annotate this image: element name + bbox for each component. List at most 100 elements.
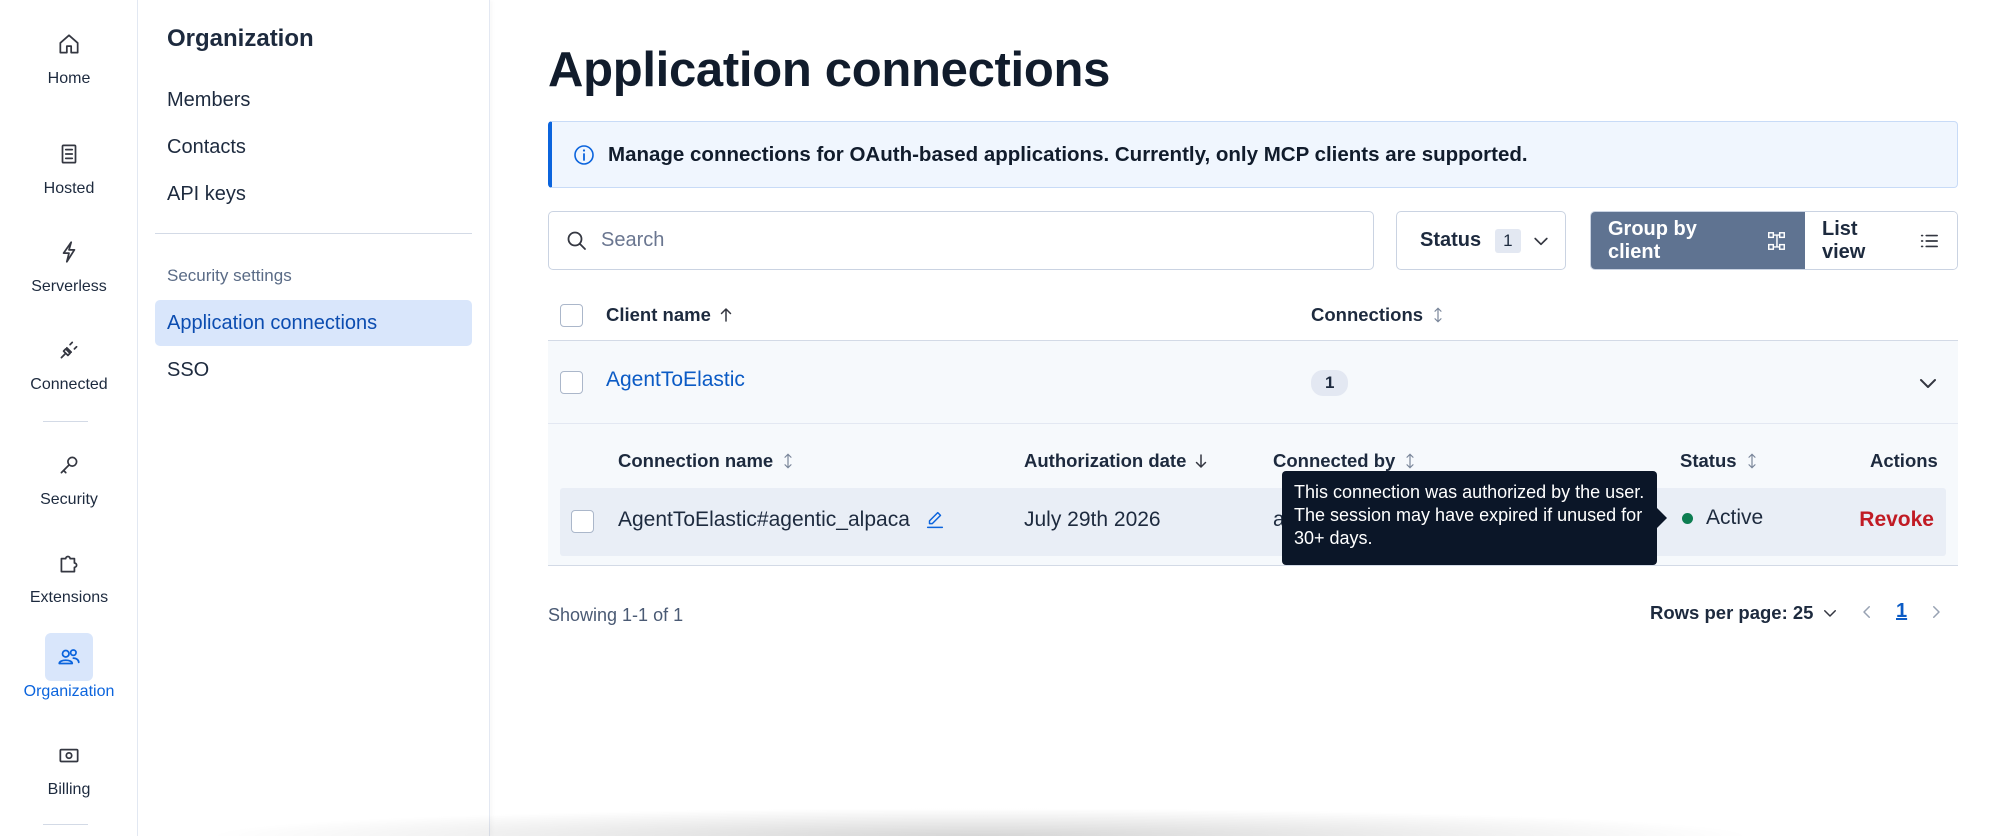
puzzle-icon (45, 539, 93, 587)
status-dot (1682, 512, 1693, 524)
column-connected-by[interactable]: Connected by (1273, 450, 1419, 472)
revoke-button[interactable]: Revoke (1859, 508, 1934, 532)
status-badge: Active (1706, 506, 1764, 529)
rail-label: Extensions (29, 589, 109, 606)
rail-label: Connected (30, 376, 108, 393)
server-icon (45, 130, 93, 178)
column-client-name-label: Client name (606, 304, 711, 325)
rail-item-home[interactable]: Home (0, 20, 138, 88)
column-connected-by-label: Connected by (1273, 450, 1396, 471)
column-authorization-date-label: Authorization date (1024, 450, 1187, 471)
column-actions-label: Actions (1870, 450, 1938, 471)
subnav-item-api-keys[interactable]: API keys (155, 171, 472, 217)
view-toggle: Group by client List view (1590, 211, 1958, 270)
list-view-label: List view (1822, 217, 1866, 263)
pencil-icon[interactable] (924, 509, 946, 531)
connections-subtable: Connection name Authorization date Conne… (548, 424, 1958, 566)
subnav-item-sso[interactable]: SSO (155, 347, 472, 393)
info-callout: Manage connections for OAuth-based appli… (548, 121, 1958, 188)
rail-item-serverless[interactable]: Serverless (0, 228, 138, 296)
rail-divider (43, 824, 88, 825)
window-bottom-shadow (200, 808, 1760, 836)
rows-per-page-button[interactable]: Rows per page: 25 (1650, 602, 1839, 624)
subnav-item-members[interactable]: Members (155, 77, 472, 123)
rail-item-security[interactable]: Security (0, 441, 138, 509)
status-filter-label: Status (1420, 229, 1482, 251)
rail-divider (43, 421, 88, 422)
list-view-button[interactable]: List view (1805, 212, 1957, 269)
subnav-title: Organization (167, 25, 314, 52)
column-client-name[interactable]: Client name (606, 304, 735, 326)
authorization-date-cell: July 29th 2026 (1024, 508, 1161, 531)
row-checkbox[interactable] (560, 371, 583, 394)
bolt-icon (45, 228, 93, 276)
rail-label: Security (40, 491, 98, 508)
key-icon (45, 441, 93, 489)
column-status[interactable]: Status (1680, 450, 1761, 472)
column-actions: Actions (1870, 450, 1938, 472)
search-input[interactable] (601, 229, 1341, 252)
sort-icon (1434, 307, 1442, 323)
client-name-link[interactable]: AgentToElastic (606, 368, 745, 392)
status-cell: Active (1682, 506, 1763, 530)
connection-name-cell: AgentToElastic#agentic_alpaca (618, 508, 946, 532)
chevron-right-icon[interactable] (1927, 603, 1945, 621)
rail-label: Organization (23, 683, 115, 700)
rail-label: Serverless (31, 278, 107, 295)
rail-item-extensions[interactable]: Extensions (0, 539, 138, 607)
list-icon (1920, 234, 1939, 247)
column-connections-label: Connections (1311, 304, 1424, 325)
icon-rail: Home Hosted Serverless Connected Securit… (0, 0, 138, 836)
row-checkbox[interactable] (571, 510, 594, 533)
group-by-client-label: Group by client (1608, 217, 1697, 263)
pagination: 1 (1858, 600, 1945, 623)
table-header: Client name Connections (548, 289, 1958, 341)
sort-desc-icon (1196, 454, 1207, 468)
chevron-down-icon (1533, 237, 1548, 245)
billing-icon (45, 731, 93, 779)
users-icon (45, 633, 93, 681)
rail-label: Billing (47, 781, 91, 798)
main-content: Application connections Manage connectio… (490, 0, 1999, 836)
sort-icon (1747, 453, 1756, 469)
table-row[interactable]: AgentToElastic#agentic_alpaca July 29th … (560, 488, 1946, 556)
select-all-checkbox[interactable] (560, 304, 583, 327)
sort-icon (1406, 453, 1414, 469)
rail-label: Home (47, 70, 91, 87)
column-connections[interactable]: Connections (1311, 304, 1447, 326)
client-group-row[interactable]: AgentToElastic 1 (548, 341, 1958, 424)
rail-item-connected[interactable]: Connected (0, 326, 138, 394)
info-icon (574, 144, 594, 165)
sort-asc-icon (720, 308, 732, 322)
chevron-down-icon (1824, 610, 1837, 617)
organization-subnav: Organization Members Contacts API keys S… (138, 0, 490, 836)
rail-item-billing[interactable]: Billing (0, 731, 138, 799)
subnav-divider (155, 233, 472, 234)
column-connection-name[interactable]: Connection name (618, 450, 797, 472)
rail-item-hosted[interactable]: Hosted (0, 130, 138, 198)
page-title: Application connections (548, 43, 1111, 97)
rows-per-page-label: Rows per page: 25 (1650, 602, 1814, 623)
subnav-item-contacts[interactable]: Contacts (155, 124, 472, 170)
status-filter-count: 1 (1495, 228, 1521, 253)
rail-label: Hosted (43, 180, 95, 197)
search-icon (567, 231, 586, 250)
home-icon (45, 20, 93, 68)
column-status-label: Status (1680, 450, 1737, 471)
connected-by-tooltip: This connection was authorized by the us… (1282, 471, 1667, 565)
showing-count: Showing 1-1 of 1 (548, 605, 684, 625)
chevron-left-icon[interactable] (1858, 603, 1876, 621)
group-by-client-button[interactable]: Group by client (1591, 212, 1805, 269)
connections-count-badge: 1 (1311, 370, 1349, 396)
plug-icon (45, 326, 93, 374)
page-number[interactable]: 1 (1896, 600, 1907, 623)
column-authorization-date[interactable]: Authorization date (1024, 450, 1210, 472)
subnav-item-application-connections[interactable]: Application connections (155, 300, 472, 346)
chevron-down-icon[interactable] (1916, 371, 1940, 395)
rail-item-organization[interactable]: Organization (0, 633, 138, 701)
connection-name: AgentToElastic#agentic_alpaca (618, 508, 910, 531)
column-connection-name-label: Connection name (618, 450, 774, 471)
search-box[interactable] (548, 211, 1374, 270)
status-filter-button[interactable]: Status 1 (1396, 211, 1566, 270)
group-tree-icon (1768, 231, 1786, 250)
